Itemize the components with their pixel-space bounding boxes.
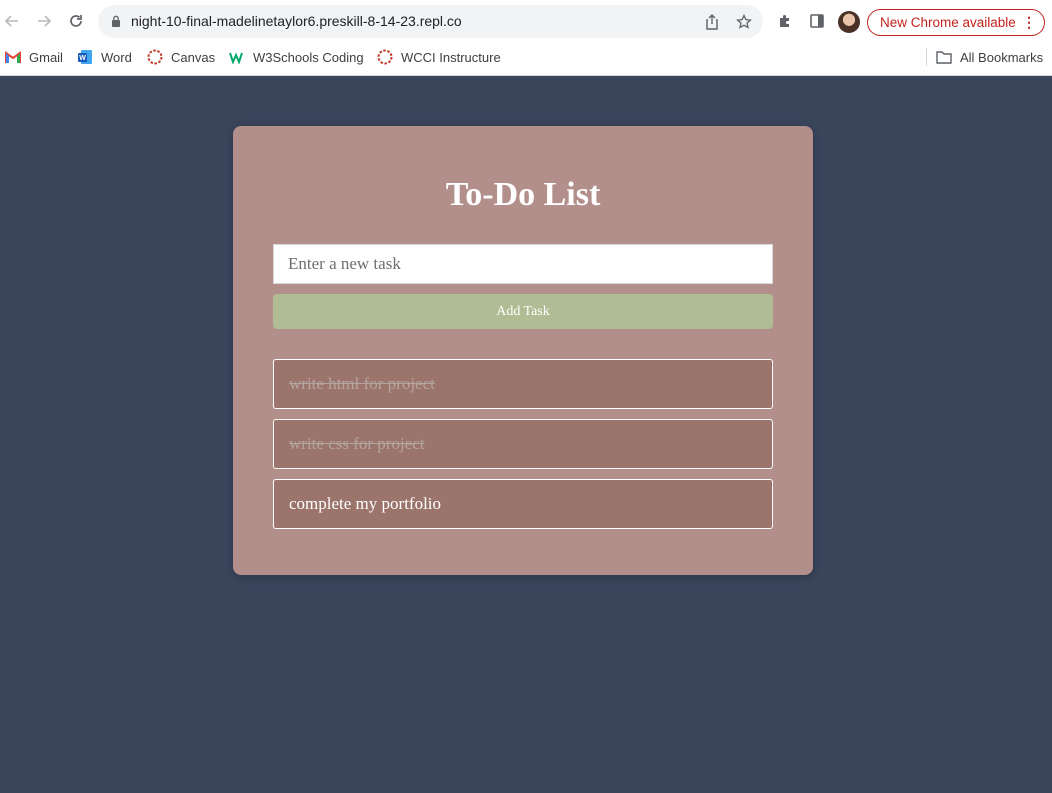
extensions-icon[interactable] [775, 11, 795, 31]
task-item[interactable]: write html for project [273, 359, 773, 409]
bookmark-word[interactable]: W Word [77, 48, 132, 66]
back-icon[interactable] [0, 9, 24, 33]
svg-text:W: W [79, 55, 86, 62]
bookmark-label: WCCI Instructure [401, 49, 501, 65]
w3schools-icon [229, 49, 245, 65]
word-icon: W [77, 49, 93, 65]
todo-card: To-Do List Add Task write html for proje… [233, 126, 813, 575]
update-chrome-button[interactable]: New Chrome available ⋮ [867, 9, 1045, 36]
bookmark-label: Gmail [29, 49, 63, 65]
more-menu-icon[interactable]: ⋮ [1022, 15, 1036, 29]
lock-icon [112, 15, 120, 27]
star-icon[interactable] [734, 12, 754, 32]
bookmarks-bar: Gmail W Word Canvas W3Schools Coding WCC… [0, 42, 1052, 72]
all-bookmarks-label: All Bookmarks [960, 49, 1044, 65]
task-text: write css for project [289, 434, 425, 453]
side-panel-icon[interactable] [807, 11, 827, 31]
profile-avatar[interactable] [838, 11, 860, 33]
bookmark-label: Canvas [171, 49, 216, 65]
bookmark-canvas[interactable]: Canvas [147, 48, 215, 66]
new-task-input[interactable] [273, 244, 773, 284]
task-text: complete my portfolio [289, 494, 442, 513]
bookmark-instructure[interactable]: WCCI Instructure [377, 48, 501, 66]
task-list: write html for project write css for pro… [273, 359, 773, 539]
address-bar[interactable]: night-10-final-madelinetaylor6.preskill-… [98, 5, 763, 38]
forward-icon[interactable] [32, 9, 56, 33]
page-title: To-Do List [445, 176, 601, 213]
canvas-icon [147, 49, 163, 65]
bookmark-gmail[interactable]: Gmail [5, 48, 63, 66]
url-text: night-10-final-madelinetaylor6.preskill-… [131, 13, 462, 29]
browser-chrome: night-10-final-madelinetaylor6.preskill-… [0, 0, 1052, 76]
bookmark-label: W3Schools Coding [253, 49, 364, 65]
instructure-icon [377, 49, 393, 65]
task-item[interactable]: write css for project [273, 419, 773, 469]
gmail-icon [5, 49, 21, 65]
bookmark-w3schools[interactable]: W3Schools Coding [229, 48, 364, 66]
add-task-button[interactable]: Add Task [273, 294, 773, 329]
all-bookmarks-button[interactable]: All Bookmarks [936, 48, 1043, 66]
task-item[interactable]: complete my portfolio [273, 479, 773, 529]
folder-icon [936, 49, 952, 65]
browser-toolbar: night-10-final-madelinetaylor6.preskill-… [0, 0, 1052, 42]
reload-icon[interactable] [64, 9, 88, 33]
share-icon[interactable] [702, 12, 722, 32]
bookmarks-divider [926, 48, 927, 66]
bookmark-label: Word [101, 49, 132, 65]
task-text: write html for project [289, 374, 435, 393]
update-chrome-label: New Chrome available [880, 15, 1016, 30]
